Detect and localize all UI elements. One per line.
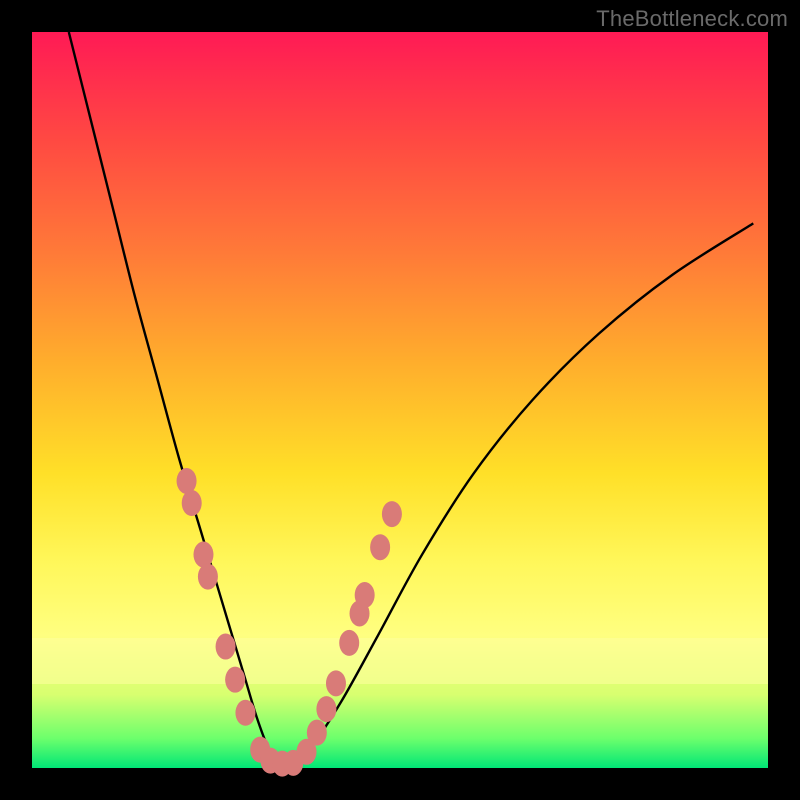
- marker-layer: [177, 468, 402, 777]
- data-marker: [216, 634, 236, 660]
- watermark-text: TheBottleneck.com: [596, 6, 788, 32]
- data-marker: [382, 501, 402, 527]
- data-marker: [370, 534, 390, 560]
- data-marker: [316, 696, 336, 722]
- data-marker: [193, 542, 213, 568]
- data-marker: [339, 630, 359, 656]
- data-marker: [355, 582, 375, 608]
- data-marker: [182, 490, 202, 516]
- data-marker: [198, 564, 218, 590]
- chart-svg: [32, 32, 768, 768]
- data-marker: [307, 720, 327, 746]
- data-marker: [225, 667, 245, 693]
- data-marker: [177, 468, 197, 494]
- bottleneck-curve: [69, 32, 753, 765]
- data-marker: [235, 700, 255, 726]
- data-marker: [326, 670, 346, 696]
